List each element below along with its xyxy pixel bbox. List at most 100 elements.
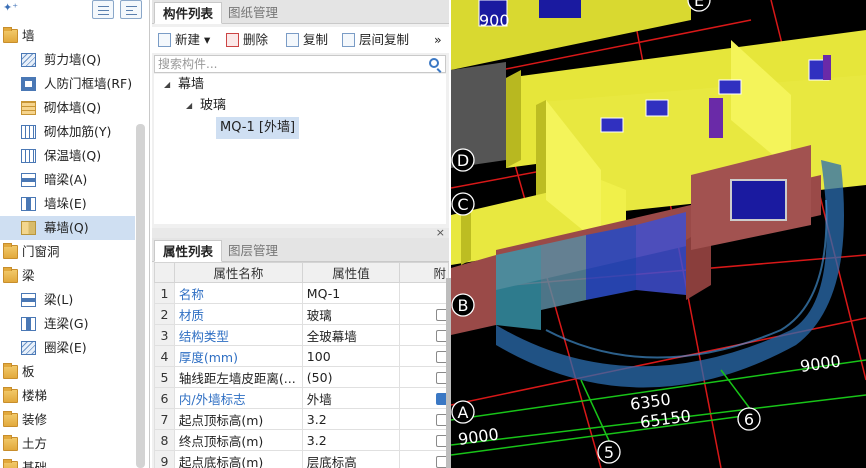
tree-item[interactable]: 暗梁(A) (0, 168, 135, 192)
tree-item[interactable]: 圈梁(E) (0, 336, 135, 360)
attach-cell (399, 303, 449, 325)
tree-item-label: 土方 (22, 436, 48, 451)
copy-button[interactable]: 复制 (286, 30, 328, 50)
search-icon[interactable] (429, 58, 439, 68)
tree-item-label: 圈梁(E) (44, 340, 87, 355)
tree-scrollbar[interactable] (136, 124, 145, 468)
tab-drawing-management[interactable]: 图纸管理 (220, 2, 286, 24)
tree-item[interactable]: 砌体墙(Q) (0, 96, 135, 120)
tree-item[interactable]: 梁 (0, 264, 135, 288)
header-attach: 附 (399, 262, 449, 283)
floor-copy-icon (342, 33, 355, 47)
dash-component-icon (21, 125, 36, 139)
property-row[interactable]: 1 名称 MQ-1 (154, 282, 449, 304)
property-value[interactable]: 外墙 (301, 387, 401, 409)
tree-item[interactable]: 砌体加筋(Y) (0, 120, 135, 144)
sparkle-add-icon[interactable]: ✦⁺ (3, 1, 18, 14)
new-icon (158, 33, 171, 47)
tree-item[interactable]: 幕墙(Q) (0, 216, 135, 240)
component-tabs: 构件列表 图纸管理 (152, 0, 449, 24)
delete-icon (226, 33, 239, 47)
tab-property-list[interactable]: 属性列表 (154, 240, 223, 262)
axis-label-5: 5 (604, 443, 614, 462)
property-value[interactable]: 层底标高 (301, 450, 401, 468)
tree-item[interactable]: 梁(L) (0, 288, 135, 312)
tab-layer-management[interactable]: 图层管理 (220, 240, 286, 262)
property-name: 轴线距左墙皮距离(... (173, 366, 303, 388)
property-value[interactable]: MQ-1 (301, 282, 401, 304)
hatch-component-icon (21, 341, 36, 355)
middle-panel: 构件列表 图纸管理 新建 ▾ 删除 复制 层间复制 » ◢幕墙 ◢玻璃 MQ-1… (152, 0, 451, 468)
attach-cell (399, 366, 449, 388)
dim-9000-right: 9000 (799, 351, 842, 375)
property-row[interactable]: 2 材质 玻璃 (154, 303, 449, 325)
row-number: 3 (154, 324, 175, 346)
tree-node-mq1[interactable]: MQ-1 [外墙] (216, 117, 300, 139)
col-component-icon (21, 317, 36, 331)
frame-component-icon (21, 77, 36, 91)
floor-copy-button[interactable]: 层间复制 (342, 30, 409, 50)
tree-item[interactable]: 基础 (0, 456, 135, 468)
row-number: 6 (154, 387, 175, 409)
tree-item[interactable]: 连梁(G) (0, 312, 135, 336)
property-row[interactable]: 8 终点顶标高(m) 3.2 (154, 429, 449, 451)
beam-component-icon (21, 173, 36, 187)
3d-viewport[interactable]: A B C D E 5 6 9000 6350 65150 9000 900 (451, 0, 866, 468)
toolbar-overflow-button[interactable]: » (434, 30, 442, 50)
property-value[interactable]: 100 (301, 345, 401, 367)
3d-scene[interactable]: A B C D E 5 6 9000 6350 65150 9000 900 (451, 0, 866, 468)
copy-icon (286, 33, 299, 47)
tree-item-label: 基础 (22, 460, 48, 468)
panel-splitter[interactable]: × (152, 226, 449, 239)
property-row[interactable]: 5 轴线距左墙皮距离(... (50) (154, 366, 449, 388)
tree-item[interactable]: 人防门框墙(RF) (0, 72, 135, 96)
tree-item-label: 装修 (22, 412, 48, 427)
tree-item-label: 墙垛(E) (44, 196, 87, 211)
property-value[interactable]: 3.2 (301, 408, 401, 430)
detail-view-icon[interactable] (120, 0, 142, 19)
property-name: 起点底标高(m) (173, 450, 303, 468)
search-input[interactable] (155, 56, 415, 72)
axis-label-a: A (458, 403, 469, 422)
collapse-triangle-icon[interactable]: ◢ (186, 95, 192, 117)
delete-button[interactable]: 删除 (226, 30, 268, 50)
beam-component-icon (21, 293, 36, 307)
property-name: 材质 (173, 303, 303, 325)
tree-item[interactable]: 墙垛(E) (0, 192, 135, 216)
row-number: 8 (154, 429, 175, 451)
folder-icon (3, 387, 18, 403)
tree-item-label: 砌体加筋(Y) (44, 124, 112, 139)
folder-icon (3, 459, 18, 468)
tree-item[interactable]: 土方 (0, 432, 135, 456)
tab-component-list[interactable]: 构件列表 (154, 2, 223, 24)
property-row[interactable]: 7 起点顶标高(m) 3.2 (154, 408, 449, 430)
tree-item[interactable]: 门窗洞 (0, 240, 135, 264)
folder-icon (3, 243, 18, 259)
property-name: 终点顶标高(m) (173, 429, 303, 451)
property-value[interactable]: (50) (301, 366, 401, 388)
tree-item[interactable]: 墙 (0, 24, 135, 48)
property-row[interactable]: 9 起点底标高(m) 层底标高 (154, 450, 449, 468)
attach-cell (399, 345, 449, 367)
collapse-triangle-icon[interactable]: ◢ (164, 74, 170, 96)
property-value[interactable]: 全玻幕墙 (301, 324, 401, 346)
tree-item[interactable]: 板 (0, 360, 135, 384)
property-row[interactable]: 6 内/外墙标志 外墙 (154, 387, 449, 409)
property-row[interactable]: 3 结构类型 全玻幕墙 (154, 324, 449, 346)
list-view-icon[interactable] (92, 0, 114, 19)
tree-item-label: 砌体墙(Q) (44, 100, 102, 115)
property-value[interactable]: 玻璃 (301, 303, 401, 325)
axis-label-6: 6 (744, 410, 754, 429)
axis-label-b: B (458, 296, 469, 315)
tree-item[interactable]: 保温墙(Q) (0, 144, 135, 168)
row-number: 5 (154, 366, 175, 388)
property-row[interactable]: 4 厚度(mm) 100 (154, 345, 449, 367)
new-button[interactable]: 新建 ▾ (158, 30, 210, 50)
tree-toolbar: ✦⁺ (0, 0, 149, 22)
property-value[interactable]: 3.2 (301, 429, 401, 451)
tree-item[interactable]: 装修 (0, 408, 135, 432)
folder-icon (3, 27, 18, 43)
attach-cell (399, 324, 449, 346)
tree-item[interactable]: 剪力墙(Q) (0, 48, 135, 72)
tree-item[interactable]: 楼梯 (0, 384, 135, 408)
